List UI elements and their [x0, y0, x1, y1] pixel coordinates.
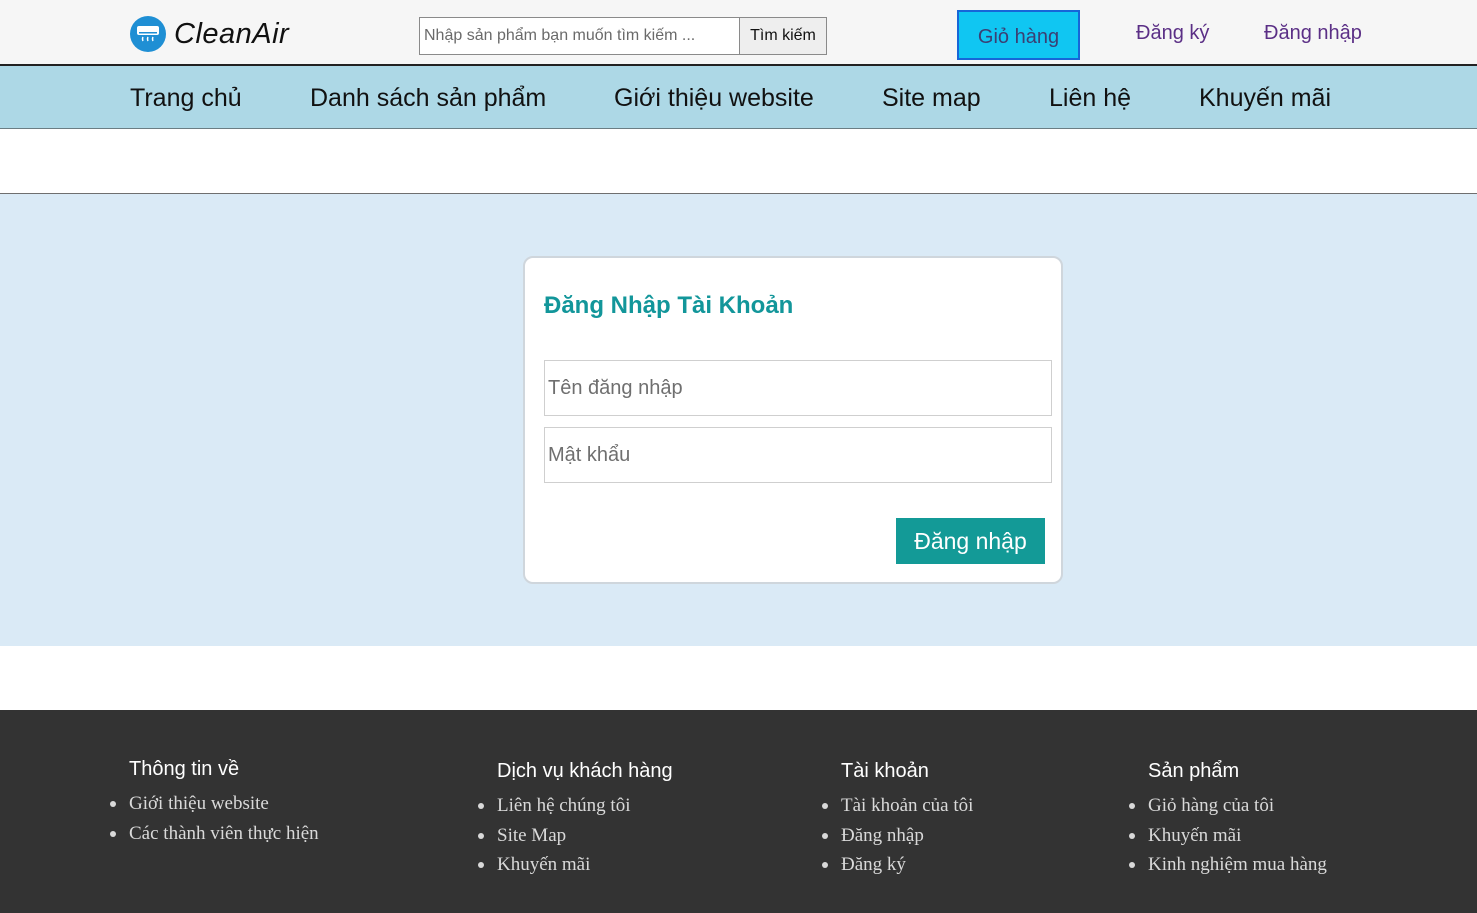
footer-link[interactable]: Site Map [478, 825, 673, 855]
search-button[interactable]: Tìm kiếm [740, 17, 827, 55]
site-header: CleanAir Tìm kiếm Giỏ hàng Đăng ký Đăng … [0, 0, 1477, 66]
footer-link[interactable]: Giỏ hàng của tôi [1129, 795, 1327, 825]
register-link[interactable]: Đăng ký [1136, 22, 1209, 45]
footer-link[interactable]: Khuyến mãi [1129, 825, 1327, 855]
search-input[interactable] [419, 17, 740, 55]
nav-item-home[interactable]: Trang chủ [130, 84, 242, 113]
site-footer: Thông tin về Giới thiệu website Các thàn… [0, 710, 1477, 913]
footer-link[interactable]: Tài khoản của tôi [821, 795, 973, 825]
footer-title: Dịch vụ khách hàng [497, 760, 673, 782]
footer-link[interactable]: Khuyến mãi [478, 854, 673, 884]
password-field[interactable] [544, 427, 1052, 483]
footer-link[interactable]: Giới thiệu website [110, 793, 319, 823]
footer-link[interactable]: Kinh nghiệm mua hàng [1129, 854, 1327, 884]
footer-column-about: Thông tin về Giới thiệu website Các thàn… [110, 758, 319, 853]
username-field[interactable] [544, 360, 1052, 416]
login-section: Đăng Nhập Tài Khoản Đăng nhập [0, 194, 1477, 646]
nav-item-sitemap[interactable]: Site map [882, 84, 981, 113]
logo-text: CleanAir [174, 17, 290, 50]
footer-title: Thông tin về [129, 758, 240, 780]
air-conditioner-icon [130, 16, 166, 52]
footer-link[interactable]: Các thành viên thực hiện [110, 823, 319, 853]
nav-item-promotions[interactable]: Khuyến mãi [1199, 84, 1331, 113]
nav-item-about[interactable]: Giới thiệu website [614, 84, 814, 113]
login-card: Đăng Nhập Tài Khoản Đăng nhập [523, 256, 1063, 584]
cart-button[interactable]: Giỏ hàng [957, 10, 1080, 60]
footer-list: Giới thiệu website Các thành viên thực h… [110, 793, 319, 853]
footer-title: Sản phẩm [1148, 760, 1240, 782]
footer-link[interactable]: Đăng ký [821, 854, 973, 884]
search-box: Tìm kiếm [419, 17, 827, 55]
logo[interactable]: CleanAir [130, 16, 289, 52]
footer-title: Tài khoản [841, 760, 929, 782]
footer-link[interactable]: Liên hệ chúng tôi [478, 795, 673, 825]
footer-column-products: Sản phẩm Giỏ hàng của tôi Khuyến mãi Kin… [1129, 760, 1327, 884]
footer-list: Giỏ hàng của tôi Khuyến mãi Kinh nghiệm … [1129, 795, 1327, 884]
login-submit-button[interactable]: Đăng nhập [896, 518, 1045, 564]
main-nav: Trang chủ Danh sách sản phẩm Giới thiệu … [0, 66, 1477, 129]
login-title: Đăng Nhập Tài Khoản [544, 292, 794, 319]
nav-item-products[interactable]: Danh sách sản phẩm [310, 84, 546, 113]
footer-list: Liên hệ chúng tôi Site Map Khuyến mãi [478, 795, 673, 884]
footer-list: Tài khoản của tôi Đăng nhập Đăng ký [821, 795, 973, 884]
footer-link[interactable]: Đăng nhập [821, 825, 973, 855]
nav-item-contact[interactable]: Liên hệ [1049, 84, 1131, 113]
login-link[interactable]: Đăng nhập [1264, 22, 1362, 45]
footer-column-customer-service: Dịch vụ khách hàng Liên hệ chúng tôi Sit… [478, 760, 673, 884]
footer-column-account: Tài khoản Tài khoản của tôi Đăng nhập Đă… [821, 760, 973, 884]
